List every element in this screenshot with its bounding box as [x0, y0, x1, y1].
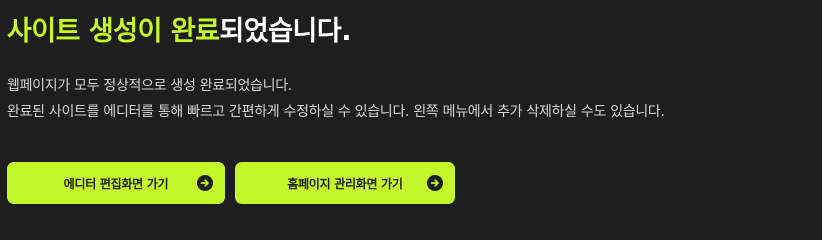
title-accent: 사이트 생성이 완료 — [7, 16, 220, 47]
go-to-admin-label: 홈페이지 관리화면 가기 — [287, 176, 403, 191]
title-rest: 되었습니다. — [219, 16, 352, 47]
arrow-right-circle-icon — [197, 175, 213, 191]
description: 웹페이지가 모두 정상적으로 생성 완료되었습니다. 완료된 사이트를 에디터를… — [7, 73, 665, 125]
arrow-right-circle-icon — [427, 175, 443, 191]
page-title: 사이트 생성이 완료되었습니다. — [7, 12, 352, 52]
go-to-admin-button[interactable]: 홈페이지 관리화면 가기 — [235, 162, 455, 204]
description-line-2: 완료된 사이트를 에디터를 통해 빠르고 간편하게 수정하실 수 있습니다. 왼… — [7, 104, 665, 120]
go-to-editor-button[interactable]: 에디터 편집화면 가기 — [7, 162, 225, 204]
go-to-editor-label: 에디터 편집화면 가기 — [63, 176, 169, 191]
description-line-1: 웹페이지가 모두 정상적으로 생성 완료되었습니다. — [7, 78, 292, 94]
